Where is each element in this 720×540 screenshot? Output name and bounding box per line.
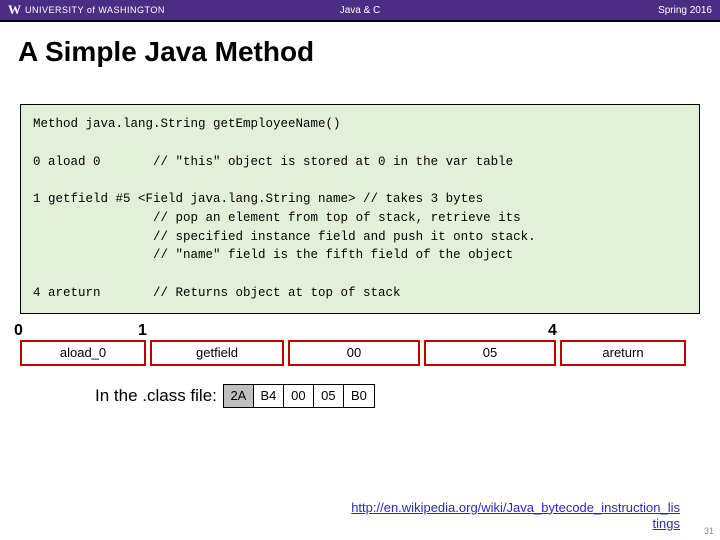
wiki-line2[interactable]: tings [653, 516, 680, 531]
header-term: Spring 2016 [658, 5, 712, 16]
logo-text: UNIVERSITY of WASHINGTON [25, 5, 165, 15]
slide-title: A Simple Java Method [0, 22, 720, 74]
hex-2a: 2A [224, 385, 254, 407]
byte-cell-aload: aload_0 [20, 340, 146, 366]
bytecode-row: aload_0 getfield 00 05 areturn [20, 340, 700, 366]
slide-header: W UNIVERSITY of WASHINGTON Java & C Spri… [0, 0, 720, 22]
code-block: Method java.lang.String getEmployeeName(… [20, 104, 700, 314]
offset-4: 4 [548, 322, 557, 340]
wiki-link[interactable]: http://en.wikipedia.org/wiki/Java_byteco… [351, 500, 680, 533]
offset-0: 0 [14, 322, 23, 340]
hex-00: 00 [284, 385, 314, 407]
university-logo: W UNIVERSITY of WASHINGTON [8, 2, 165, 18]
hex-b4: B4 [254, 385, 284, 407]
hex-05: 05 [314, 385, 344, 407]
classfile-label: In the .class file: [95, 386, 217, 406]
byte-cell-getfield: getfield [150, 340, 284, 366]
byte-cell-areturn: areturn [560, 340, 686, 366]
offset-1: 1 [138, 322, 147, 340]
hex-row: 2A B4 00 05 B0 [223, 384, 375, 408]
logo-mark: W [8, 2, 21, 18]
classfile-row: In the .class file: 2A B4 00 05 B0 [95, 384, 720, 408]
page-number: 31 [704, 526, 714, 536]
wiki-line1[interactable]: http://en.wikipedia.org/wiki/Java_byteco… [351, 500, 680, 515]
header-course: Java & C [340, 5, 381, 16]
hex-b0: B0 [344, 385, 374, 407]
byte-cell-00: 00 [288, 340, 420, 366]
byte-cell-05: 05 [424, 340, 556, 366]
offset-labels: 0 1 4 [20, 322, 700, 340]
